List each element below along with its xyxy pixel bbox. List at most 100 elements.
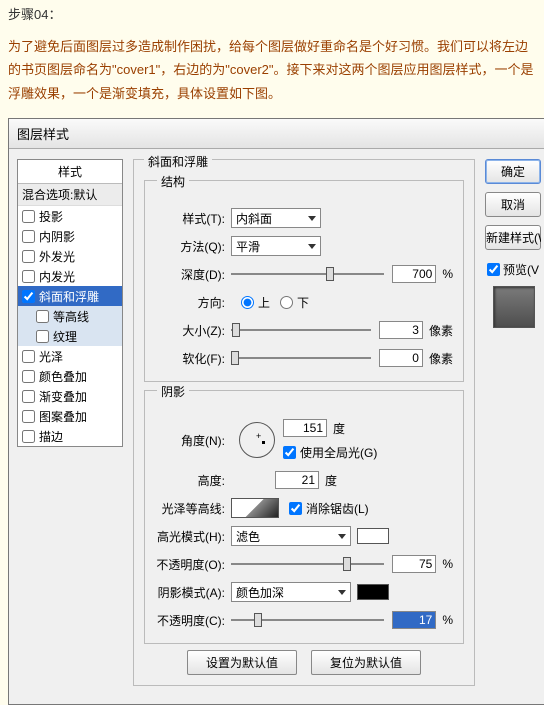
style-item-checkbox[interactable] — [22, 430, 35, 443]
structure-title: 结构 — [157, 173, 189, 190]
chevron-down-icon — [338, 534, 346, 539]
chevron-down-icon — [308, 244, 316, 249]
style-item-label: 等高线 — [53, 308, 89, 325]
style-item-checkbox[interactable] — [22, 390, 35, 403]
style-item-4[interactable]: 斜面和浮雕 — [18, 286, 122, 306]
style-label: 样式(T): — [155, 210, 225, 227]
direction-label: 方向: — [155, 294, 225, 311]
global-light-checkbox[interactable] — [283, 446, 296, 459]
style-item-0[interactable]: 投影 — [18, 206, 122, 226]
technique-select[interactable]: 平滑 — [231, 236, 321, 256]
style-item-3[interactable]: 内发光 — [18, 266, 122, 286]
size-slider[interactable] — [231, 321, 371, 339]
highlight-mode-select[interactable]: 滤色 — [231, 526, 351, 546]
global-light-label: 使用全局光(G) — [300, 444, 377, 461]
new-style-button[interactable]: 新建样式(W — [485, 225, 541, 250]
soften-unit: 像素 — [429, 350, 453, 367]
angle-dial[interactable]: + — [239, 422, 275, 458]
technique-label: 方法(Q): — [155, 238, 225, 255]
style-item-label: 颜色叠加 — [39, 368, 87, 385]
highlight-opacity-label: 不透明度(O): — [155, 556, 225, 573]
style-item-9[interactable]: 渐变叠加 — [18, 386, 122, 406]
shadow-mode-select[interactable]: 颜色加深 — [231, 582, 351, 602]
styles-header: 样式 — [18, 160, 122, 184]
altitude-label: 高度: — [155, 472, 225, 489]
style-select[interactable]: 内斜面 — [231, 208, 321, 228]
preview-checkbox[interactable] — [487, 263, 500, 276]
depth-input[interactable]: 700 — [392, 265, 436, 283]
shadow-opacity-slider[interactable] — [231, 611, 384, 629]
shadow-opacity-input[interactable]: 17 — [392, 611, 436, 629]
angle-label: 角度(N): — [155, 432, 225, 449]
dialog-title: 图层样式 — [9, 119, 544, 149]
style-item-checkbox[interactable] — [22, 410, 35, 423]
bevel-group-title: 斜面和浮雕 — [144, 153, 212, 170]
direction-up-radio[interactable] — [241, 296, 254, 309]
direction-down-radio[interactable] — [280, 296, 293, 309]
chevron-down-icon — [338, 590, 346, 595]
soften-input[interactable]: 0 — [379, 349, 423, 367]
layer-style-dialog: 图层样式 样式 混合选项:默认 投影内阴影外发光内发光斜面和浮雕等高线纹理光泽颜… — [8, 118, 544, 705]
highlight-opacity-input[interactable]: 75 — [392, 555, 436, 573]
structure-group: 结构 样式(T): 内斜面 方法(Q): 平滑 深度(D): 700 % — [144, 180, 464, 382]
make-default-button[interactable]: 设置为默认值 — [187, 650, 297, 675]
gloss-contour-picker[interactable] — [231, 498, 279, 518]
shadow-color-swatch[interactable] — [357, 584, 389, 600]
style-item-checkbox[interactable] — [36, 310, 49, 323]
style-item-label: 内发光 — [39, 268, 75, 285]
chevron-down-icon — [308, 216, 316, 221]
highlight-color-swatch[interactable] — [357, 528, 389, 544]
ok-button[interactable]: 确定 — [485, 159, 541, 184]
soften-slider[interactable] — [231, 349, 371, 367]
highlight-mode-label: 高光模式(H): — [155, 528, 225, 545]
preview-label: 预览(V — [503, 261, 539, 278]
style-item-checkbox[interactable] — [22, 370, 35, 383]
size-unit: 像素 — [429, 322, 453, 339]
styles-list: 样式 混合选项:默认 投影内阴影外发光内发光斜面和浮雕等高线纹理光泽颜色叠加渐变… — [17, 159, 123, 447]
style-item-checkbox[interactable] — [22, 270, 35, 283]
depth-unit: % — [442, 267, 453, 281]
highlight-opacity-slider[interactable] — [231, 555, 384, 573]
preview-swatch — [493, 286, 535, 328]
style-item-5[interactable]: 等高线 — [18, 306, 122, 326]
style-item-7[interactable]: 光泽 — [18, 346, 122, 366]
size-input[interactable]: 3 — [379, 321, 423, 339]
style-item-checkbox[interactable] — [22, 290, 35, 303]
altitude-input[interactable]: 21 — [275, 471, 319, 489]
cancel-button[interactable]: 取消 — [485, 192, 541, 217]
style-item-label: 外发光 — [39, 248, 75, 265]
angle-input[interactable]: 151 — [283, 419, 327, 437]
direction-up-label: 上 — [258, 294, 270, 311]
depth-slider[interactable] — [231, 265, 384, 283]
style-item-6[interactable]: 纹理 — [18, 326, 122, 346]
highlight-opacity-unit: % — [442, 557, 453, 571]
shading-group: 阴影 角度(N): + 151 度 使用全局光(G) 高度 — [144, 390, 464, 644]
altitude-unit: 度 — [325, 472, 337, 489]
style-item-11[interactable]: 描边 — [18, 426, 122, 446]
size-label: 大小(Z): — [155, 322, 225, 339]
style-item-1[interactable]: 内阴影 — [18, 226, 122, 246]
style-item-2[interactable]: 外发光 — [18, 246, 122, 266]
gloss-contour-label: 光泽等高线: — [155, 500, 225, 517]
reset-default-button[interactable]: 复位为默认值 — [311, 650, 421, 675]
style-item-checkbox[interactable] — [36, 330, 49, 343]
style-item-checkbox[interactable] — [22, 230, 35, 243]
shading-title: 阴影 — [157, 383, 189, 400]
soften-label: 软化(F): — [155, 350, 225, 367]
style-item-label: 光泽 — [39, 348, 63, 365]
style-item-checkbox[interactable] — [22, 210, 35, 223]
shadow-mode-label: 阴影模式(A): — [155, 584, 225, 601]
style-item-label: 渐变叠加 — [39, 388, 87, 405]
style-item-label: 斜面和浮雕 — [39, 288, 99, 305]
style-item-8[interactable]: 颜色叠加 — [18, 366, 122, 386]
blend-options[interactable]: 混合选项:默认 — [18, 184, 122, 206]
style-item-checkbox[interactable] — [22, 250, 35, 263]
angle-unit: 度 — [333, 420, 345, 437]
antialias-checkbox[interactable] — [289, 502, 302, 515]
style-item-label: 内阴影 — [39, 228, 75, 245]
style-item-label: 纹理 — [53, 328, 77, 345]
style-item-checkbox[interactable] — [22, 350, 35, 363]
shadow-opacity-label: 不透明度(C): — [155, 612, 225, 629]
style-item-10[interactable]: 图案叠加 — [18, 406, 122, 426]
style-item-label: 描边 — [39, 428, 63, 445]
